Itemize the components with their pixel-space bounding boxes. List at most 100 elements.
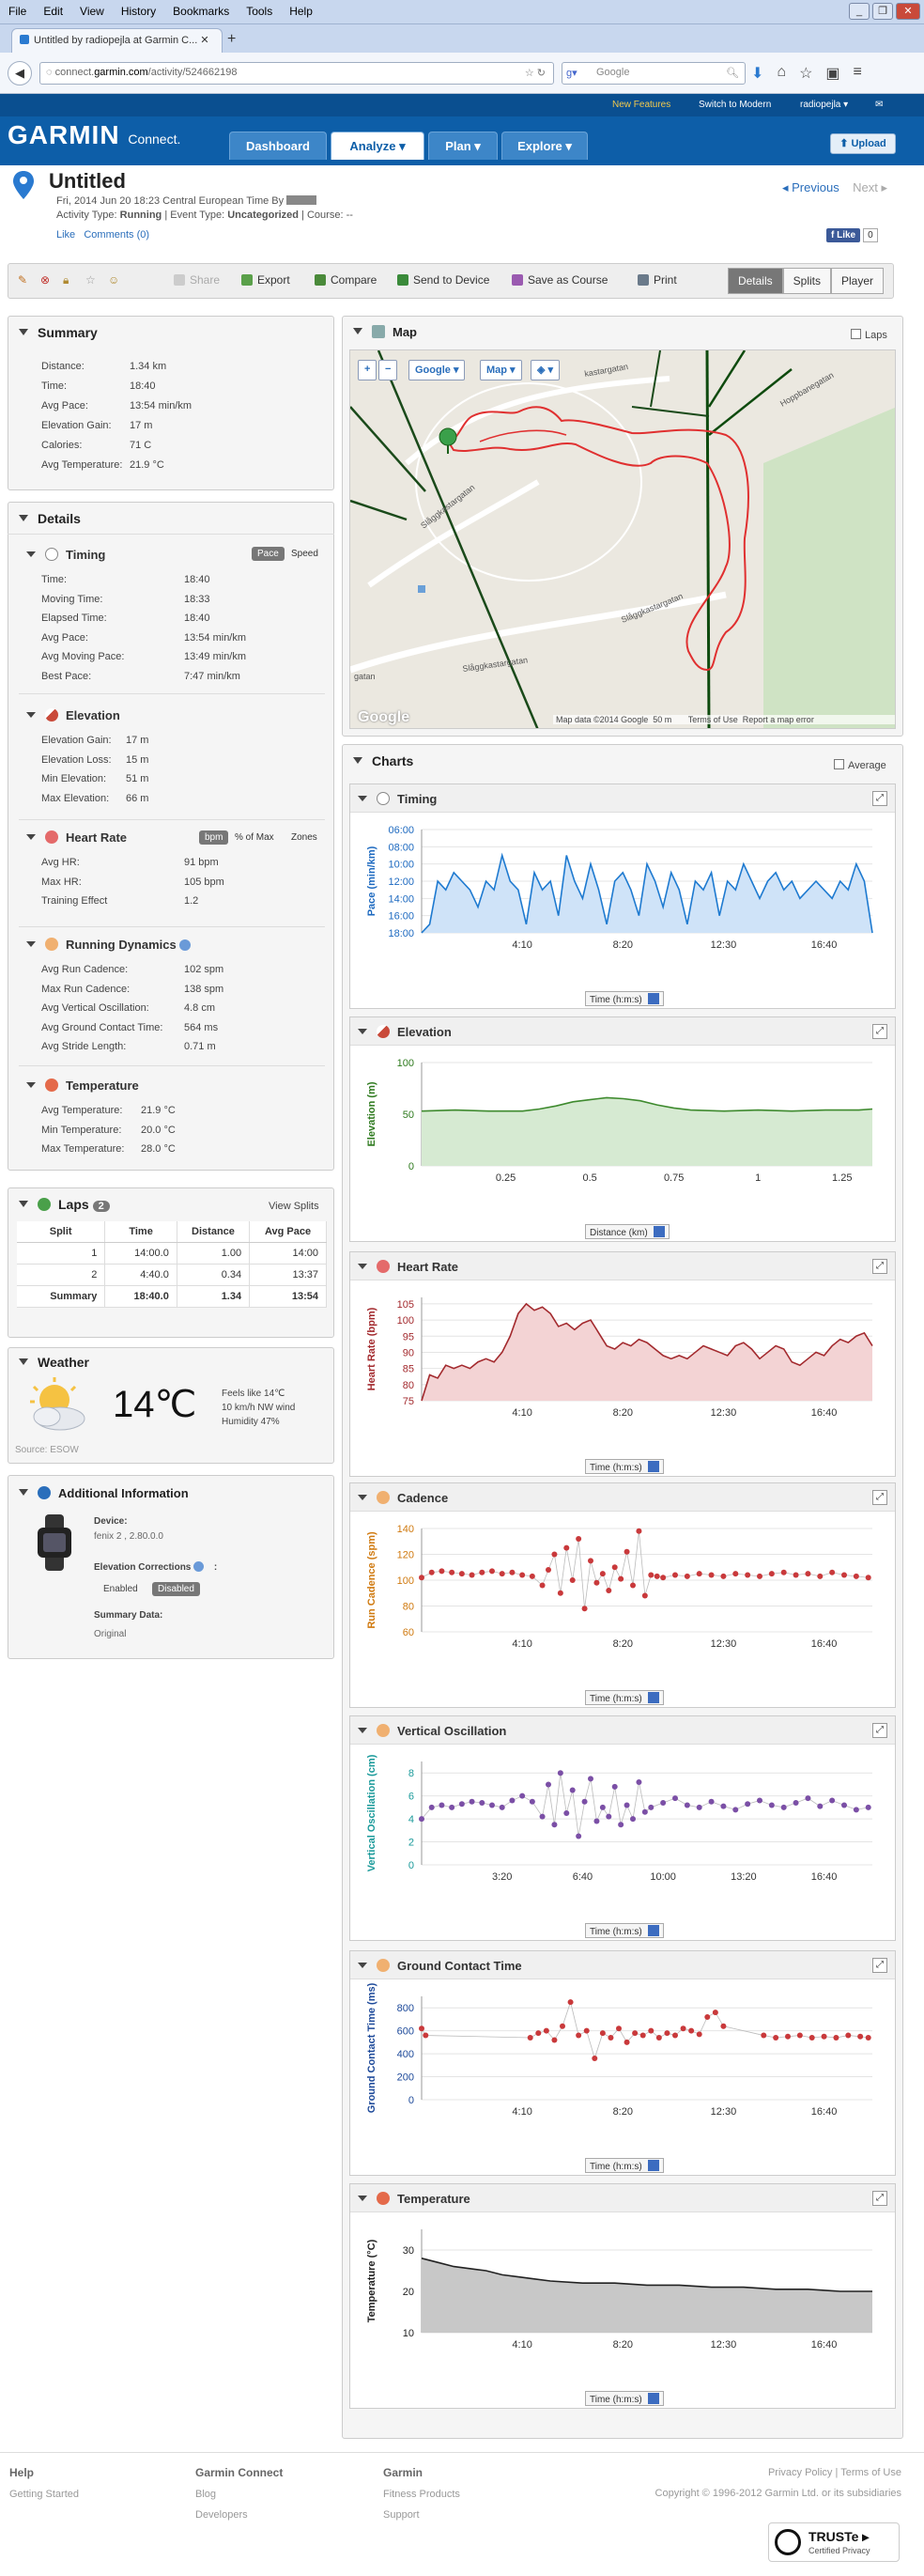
footer-developers[interactable]: Developers xyxy=(195,2509,248,2521)
search-box[interactable]: g▾ Google 🔍︎ xyxy=(562,62,746,85)
map-terms-link[interactable]: Terms of Use xyxy=(688,715,738,724)
chart-plot[interactable]: 75 80 85 90 95 100 105 4:10 8:20 12:30 16:40 Heart … xyxy=(360,1258,886,1436)
truste-badge[interactable]: TRUSTe ▸ Certified Privacy xyxy=(768,2522,900,2562)
chart-plot[interactable]: 10 20 30 4:10 8:20 12:30 16:40 Temperature (°C) xyxy=(360,2190,886,2368)
nav-dashboard[interactable]: Dashboard xyxy=(229,132,327,160)
magnifier-icon[interactable]: 🔍︎ xyxy=(726,67,739,79)
close-icon[interactable]: ✕ xyxy=(896,3,920,20)
x-unit-select[interactable]: Time (h:m:s) xyxy=(585,991,664,1006)
info-icon[interactable] xyxy=(193,1561,205,1572)
menu-help[interactable]: Help xyxy=(289,5,313,18)
print-button[interactable]: Print xyxy=(638,273,677,287)
laps-checkbox[interactable]: Laps xyxy=(851,329,887,341)
mail-icon[interactable]: ✉ xyxy=(875,100,883,110)
like-link[interactable]: Like xyxy=(56,229,75,241)
x-unit-select[interactable]: Distance (km) xyxy=(585,1224,670,1239)
map-type-select[interactable]: Map ▾ xyxy=(480,360,522,380)
download-icon[interactable]: ⬇ xyxy=(751,64,763,83)
info-icon[interactable] xyxy=(179,939,192,951)
col-avg-pace[interactable]: Avg Pace xyxy=(249,1221,327,1243)
previous-link[interactable]: ◂ Previous xyxy=(782,180,839,194)
menu-edit[interactable]: Edit xyxy=(43,5,63,18)
table-row[interactable]: 2 4:40.0 0.34 13:37 xyxy=(17,1264,327,1286)
minimize-icon[interactable]: _ xyxy=(849,3,870,20)
reload-icon[interactable]: ☆ ↻ xyxy=(525,67,546,79)
elevation-header[interactable]: Elevation xyxy=(26,708,120,722)
footer-getting-started[interactable]: Getting Started xyxy=(9,2489,79,2500)
x-unit-select[interactable]: Time (h:m:s) xyxy=(585,2391,664,2406)
tab-details[interactable]: Details xyxy=(727,268,783,294)
col-split[interactable]: Split xyxy=(17,1221,106,1243)
timing-header[interactable]: Timing xyxy=(26,548,105,562)
footer-fitness[interactable]: Fitness Products xyxy=(383,2489,460,2500)
restore-icon[interactable]: ❐ xyxy=(872,3,893,20)
export-button[interactable]: Export xyxy=(241,273,290,287)
send-to-device-button[interactable]: Send to Device xyxy=(397,273,489,287)
x-unit-select[interactable]: Time (h:m:s) xyxy=(585,2158,664,2173)
laps-title[interactable]: Laps 2 xyxy=(19,1197,110,1212)
table-row[interactable]: 1 14:00.0 1.00 14:00 xyxy=(17,1242,327,1265)
chart-plot[interactable]: 0 200 400 600 800 4:10 8:20 12:30 16:40 Ground Co… xyxy=(360,1957,886,2135)
menu-history[interactable]: History xyxy=(121,5,156,18)
upload-button[interactable]: ⬆ Upload xyxy=(830,133,896,154)
google-logo[interactable]: Google xyxy=(358,709,409,726)
clipboard-icon[interactable]: ▣ xyxy=(825,64,839,83)
pace-toggle[interactable]: Pace xyxy=(252,547,285,561)
map-provider-select[interactable]: Google ▾ xyxy=(408,360,466,380)
url-bar[interactable]: ◌ connect.garmin.com/activity/524662198 ☆… xyxy=(39,62,554,85)
menu-view[interactable]: View xyxy=(80,5,104,18)
type-value[interactable]: Running xyxy=(120,209,162,221)
bpm-toggle[interactable]: bpm xyxy=(199,830,229,845)
edit-pencil-icon[interactable]: ✎ xyxy=(18,273,27,287)
fb-like-button[interactable]: f Like xyxy=(826,228,861,242)
x-unit-select[interactable]: Time (h:m:s) xyxy=(585,1923,664,1938)
footer-support[interactable]: Support xyxy=(383,2509,420,2521)
speed-toggle[interactable]: Speed xyxy=(285,547,324,561)
bookmark-star-icon[interactable]: ☆ xyxy=(799,64,812,83)
map-title[interactable]: Map xyxy=(353,325,417,339)
footer-help[interactable]: Help xyxy=(9,2466,34,2479)
menu-tools[interactable]: Tools xyxy=(246,5,272,18)
garmin-connect-logo[interactable]: GARMIN Connect. xyxy=(8,120,180,150)
summary-title[interactable]: Summary xyxy=(19,325,98,340)
lock-icon[interactable]: 🔒︎ xyxy=(63,273,69,287)
temperature-header[interactable]: Temperature xyxy=(26,1079,139,1093)
zones-toggle[interactable]: Zones xyxy=(285,830,323,845)
favorite-star-icon[interactable]: ☆ xyxy=(85,273,96,287)
share-button[interactable]: Share xyxy=(174,273,220,287)
disabled-option[interactable]: Disabled xyxy=(152,1582,200,1596)
heart-rate-header[interactable]: Heart Rate xyxy=(26,830,127,845)
menu-file[interactable]: File xyxy=(8,5,26,18)
tab-player[interactable]: Player xyxy=(830,268,884,294)
footer-policy[interactable]: Privacy Policy | Terms of Use xyxy=(768,2467,901,2478)
enabled-option[interactable]: Enabled xyxy=(103,1584,138,1594)
chart-plot[interactable]: 60 80 100 120 140 4:10 8:20 12:30 16:40 Run Caden… xyxy=(360,1489,886,1668)
pct-max-toggle[interactable]: % of Max xyxy=(229,830,280,845)
back-arrow-icon[interactable]: ◀ xyxy=(8,61,32,85)
layers-select[interactable]: ◈ ▾ xyxy=(531,360,561,380)
comments-link[interactable]: Comments (0) xyxy=(84,229,149,241)
chart-plot[interactable]: 0 2 4 6 8 3:20 6:40 10:00 13:20 16:40 Vertical Osc… xyxy=(360,1722,886,1901)
view-splits-link[interactable]: View Splits xyxy=(269,1201,319,1212)
report-map-error-link[interactable]: Report a map error xyxy=(743,715,814,724)
user-menu[interactable]: radiopejla ▾ xyxy=(800,100,848,110)
browser-tab[interactable]: Untitled by radiopejla at Garmin C... ✕ xyxy=(11,28,223,53)
zoom-out-button[interactable]: − xyxy=(378,360,397,380)
chart-plot[interactable]: 0 50 100 0.25 0.5 0.75 1 1.25 Elevation (m) xyxy=(360,1023,886,1202)
new-tab-icon[interactable]: + xyxy=(227,31,236,48)
nav-explore[interactable]: Explore ▾ xyxy=(501,132,588,160)
col-time[interactable]: Time xyxy=(104,1221,177,1243)
average-checkbox[interactable]: Average xyxy=(834,759,886,771)
additional-info-title[interactable]: Additional Information xyxy=(19,1486,189,1500)
menu-bookmarks[interactable]: Bookmarks xyxy=(173,5,229,18)
footer-garmin[interactable]: Garmin xyxy=(383,2466,423,2479)
route-map[interactable]: Slåggkastargatan Slåggkastargatan Slåggk… xyxy=(349,349,896,729)
x-unit-select[interactable]: Time (h:m:s) xyxy=(585,1459,664,1474)
people-icon[interactable]: ☺ xyxy=(108,273,119,287)
event-value[interactable]: Uncategorized xyxy=(227,209,299,221)
tab-close-icon[interactable]: ✕ xyxy=(200,35,208,46)
nav-plan[interactable]: Plan ▾ xyxy=(428,132,498,160)
col-distance[interactable]: Distance xyxy=(177,1221,251,1243)
save-as-course-button[interactable]: Save as Course xyxy=(512,273,608,287)
chart-plot[interactable]: 06:00 08:00 10:00 12:00 14:00 16:00 18:00 4:10 8… xyxy=(360,790,886,969)
